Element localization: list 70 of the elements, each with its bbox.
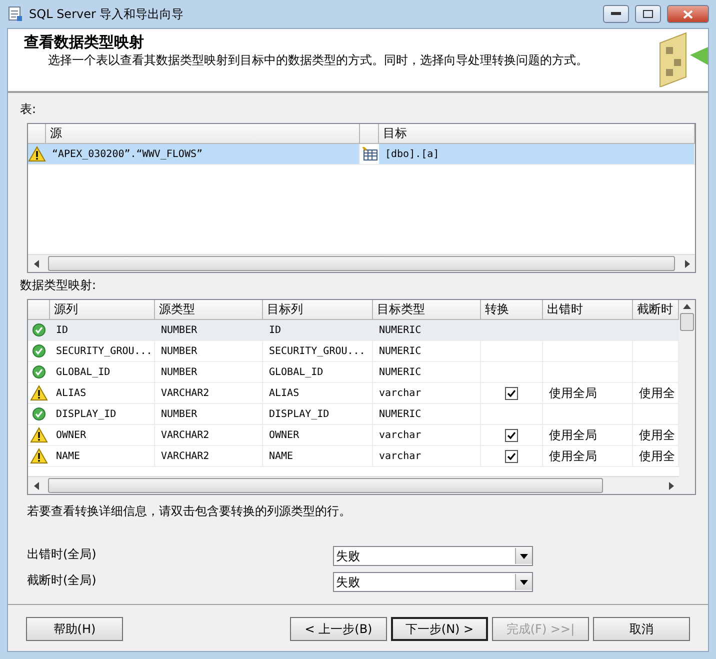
checkbox[interactable] [505,386,518,400]
tables-label: 表: [20,101,38,118]
dropdown[interactable]: 失败 [333,572,533,592]
hint-text: 若要查看转换详细信息，请双击包含要转换的列源类型的行。 [27,503,352,520]
scrollbar-thumb[interactable] [680,313,694,331]
dropdown[interactable]: 失败 [333,546,533,566]
mapping-label: 数据类型映射: [20,277,98,294]
column-header[interactable]: 源类型 [155,300,263,320]
scroll-right-icon[interactable] [668,482,674,490]
nav-button[interactable]: < 上一步(B) [290,617,387,641]
scroll-up-icon[interactable] [683,304,691,309]
header-cell [360,124,379,144]
table-cell: NAME [50,446,155,467]
check-circle-icon [32,365,46,379]
table-icon [362,147,378,161]
setting-label: 截断时(全局) [27,572,98,589]
table-row[interactable]: SECURITY_GROU... NUMBER SECURITY_GROU... NUMERIC [28,341,679,362]
window-title: SQL Server 导入和导出向导 [29,6,185,22]
scroll-right-icon[interactable] [684,260,690,268]
column-header[interactable]: 目标类型 [373,300,481,320]
cancel-button[interactable]: 取消 [593,617,690,641]
table-cell: [dbo].[a] [379,144,695,165]
scroll-left-icon[interactable] [34,260,38,268]
page-title: 查看数据类型映射 [24,33,145,52]
page-description: 选择一个表以查看其数据类型映射到目标中的数据类型的方式。同时，选择向导处理转换问题的方式。 [47,52,589,69]
table-cell: varchar [373,446,481,467]
table-row[interactable]: GLOBAL_ID NUMBER GLOBAL_ID NUMERIC [28,362,679,383]
scroll-left-icon[interactable] [34,482,38,490]
column-header[interactable]: 源列 [50,300,155,320]
warning-icon [30,448,48,464]
close-button[interactable] [667,5,709,23]
warning-icon [28,146,46,162]
close-icon [683,10,693,18]
setting-label: 出错时(全局) [27,546,98,563]
table-cell: NAME [263,446,373,467]
table-row[interactable]: DISPLAY_ID NUMBER DISPLAY_ID NUMERIC [28,404,679,425]
table-cell: VARCHAR2 [155,446,263,467]
help-button[interactable]: 帮助(H) [26,617,123,641]
table-cell: 使用全局 [543,446,633,467]
scrollbar-thumb[interactable] [48,478,603,493]
table-row[interactable]: OWNER VARCHAR2 OWNER varchar 使用全局 使用全 [28,425,679,446]
warning-icon [30,385,48,401]
table-row[interactable]: ALIAS VARCHAR2 ALIAS varchar 使用全局 使用全 [28,383,679,404]
maximize-icon [643,10,653,18]
column-header[interactable]: 截断时 [633,300,679,320]
minimize-button[interactable] [603,5,629,23]
header-cell [28,300,50,320]
dropdown-arrow-icon [520,580,528,584]
header-cell [28,124,46,144]
column-header[interactable]: 转换 [481,300,543,320]
check-circle-icon [32,344,46,358]
nav-button[interactable]: 下一步(N) > [391,617,488,641]
table-row[interactable]: “APEX_030200”.“WWV_FLOWS” [dbo].[a] [28,144,695,165]
column-header[interactable]: 源 [46,124,360,144]
table-row[interactable]: ID NUMBER ID NUMERIC [28,320,679,341]
check-circle-icon [32,323,46,337]
column-header[interactable]: 目标列 [263,300,373,320]
dropdown-arrow-icon [520,554,528,558]
table-row[interactable]: NAME VARCHAR2 NAME varchar 使用全局 使用全 [28,446,679,467]
warning-icon [30,427,48,443]
maximize-button[interactable] [635,5,661,23]
app-icon [7,6,23,22]
checkbox[interactable] [505,428,518,442]
column-header[interactable]: 目标 [379,124,695,144]
scrollbar-thumb[interactable] [48,256,675,271]
minimize-icon [611,12,621,16]
column-header[interactable]: 出错时 [543,300,633,320]
table-cell: “APEX_030200”.“WWV_FLOWS” [46,144,360,165]
checkbox[interactable] [505,450,518,462]
check-circle-icon [32,407,46,421]
